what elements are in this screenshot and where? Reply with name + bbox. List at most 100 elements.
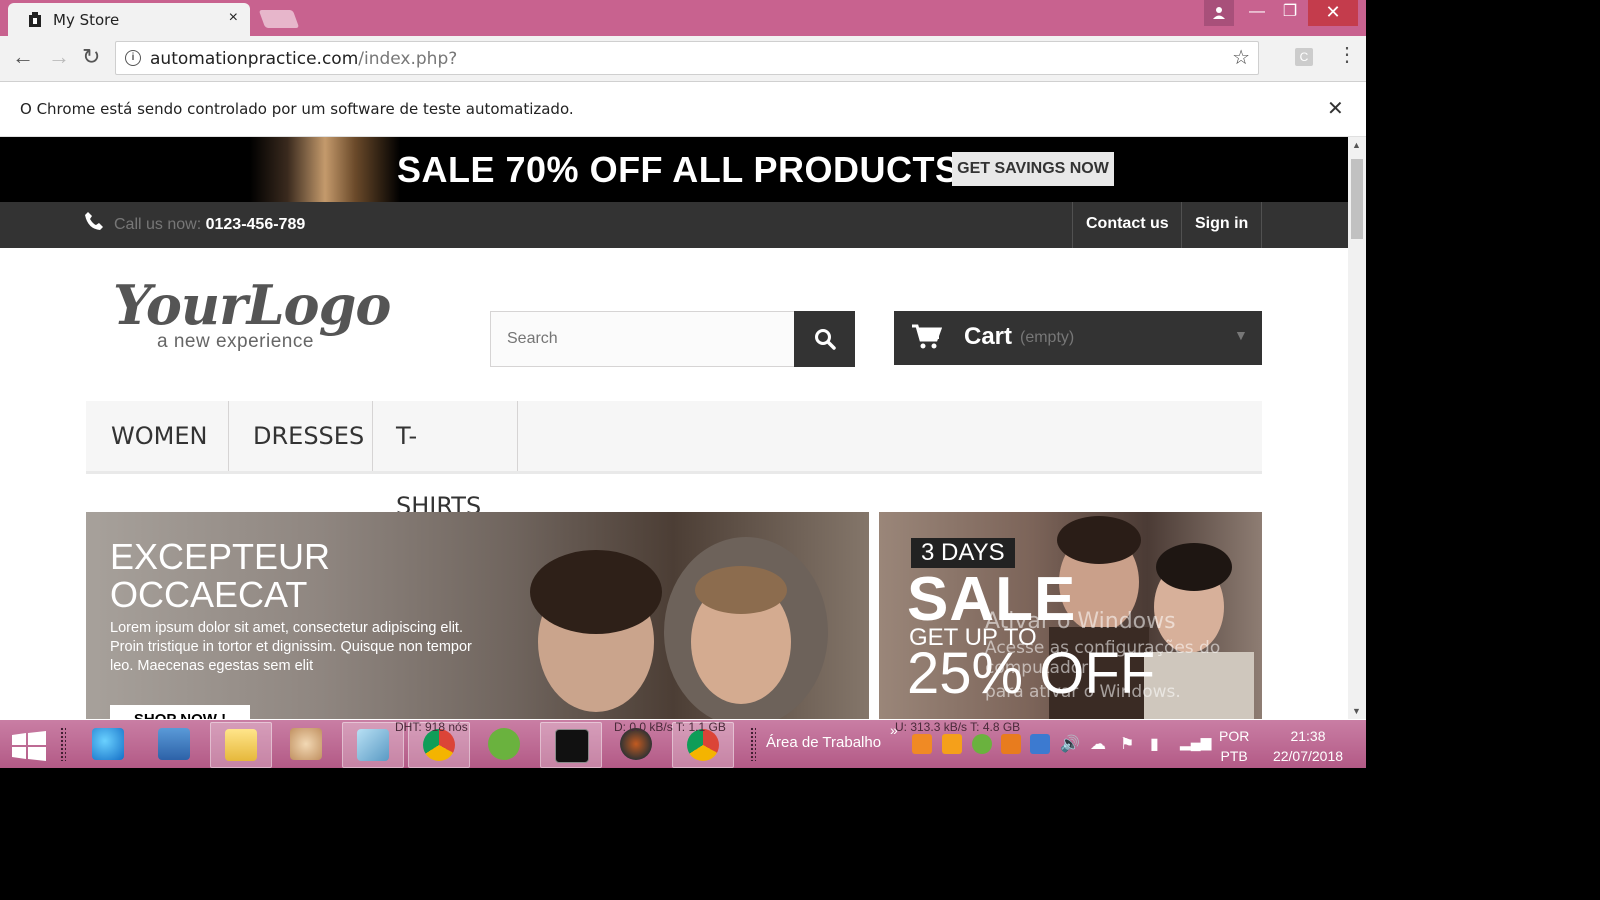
taskbar-paint[interactable] [276, 722, 336, 766]
contact-us-link[interactable]: Contact us [1072, 202, 1182, 248]
screen: My Store × — ❐ ✕ ← → ↻ i automationpract… [0, 0, 1366, 768]
internet-explorer-icon [92, 728, 124, 760]
shop-now-button[interactable]: SHOP NOW ! [110, 705, 250, 719]
desktop-toolbar-label[interactable]: Área de Trabalho [766, 734, 881, 751]
keyboard-layout: PTB [1220, 748, 1248, 764]
search-icon [815, 329, 836, 350]
slider-heading-line2: OCCAECAT [110, 574, 308, 615]
shield-tray-icon[interactable] [942, 734, 962, 754]
store-logo[interactable]: YourLogo a new experience [113, 275, 413, 355]
flag-icon[interactable]: ⚑ [1120, 734, 1140, 754]
browser-titlebar: My Store × — ❐ ✕ [0, 0, 1366, 36]
home-slider[interactable]: EXCEPTEUR OCCAECAT Lorem ipsum dolor sit… [86, 512, 869, 719]
minimize-button[interactable]: — [1240, 0, 1274, 26]
java-tray-icon[interactable] [1001, 734, 1021, 754]
cloud-icon[interactable]: ☁ [1090, 734, 1110, 754]
browser-tab[interactable]: My Store × [8, 3, 250, 36]
folder-icon [225, 729, 257, 761]
bookmark-star-icon[interactable]: ☆ [1232, 45, 1250, 70]
new-tab-button[interactable] [258, 10, 300, 28]
paint-icon [290, 728, 322, 760]
watermark-title: Ativar o Windows [985, 609, 1176, 634]
taskbar-ie[interactable] [78, 722, 138, 766]
system-clock[interactable]: 21:38 22/07/2018 [1266, 726, 1350, 766]
maximize-button[interactable]: ❐ [1273, 0, 1307, 26]
clock-time: 21:38 [1290, 728, 1326, 744]
menu-item-tshirts[interactable]: T-SHIRTS [371, 401, 518, 520]
cart-status: (empty) [1020, 329, 1075, 346]
call-us-text: Call us now: 0123-456-789 [114, 216, 305, 234]
toolbar-chevron-icon[interactable]: » [890, 722, 898, 738]
media-player-icon [158, 728, 190, 760]
phone-number: 0123-456-789 [205, 216, 306, 233]
scroll-down-icon[interactable]: ▼ [1352, 706, 1361, 716]
dht-status: DHT: 918 nós [395, 720, 468, 734]
chevron-down-icon: ▼ [1234, 327, 1248, 343]
sign-in-link[interactable]: Sign in [1181, 202, 1263, 248]
taskbar-utorrent[interactable] [474, 722, 534, 766]
taskbar-explorer[interactable] [210, 722, 272, 768]
taskbar-grip [60, 727, 66, 761]
battery-icon[interactable]: ▮ [1150, 734, 1170, 754]
browser-menu-icon[interactable]: ⋮ [1337, 45, 1357, 65]
automation-infobar: O Chrome está sendo controlado por um so… [0, 82, 1366, 137]
infobar-close-icon[interactable]: ✕ [1327, 96, 1344, 121]
cart-icon [912, 324, 942, 349]
cart-label: Cart [964, 323, 1013, 350]
site-info-icon[interactable]: i [125, 50, 141, 66]
terminal-icon [555, 729, 589, 763]
slider-description: Lorem ipsum dolor sit amet, consectetur … [110, 620, 472, 674]
language-indicator[interactable]: POR PTB [1219, 726, 1249, 766]
taskbar-grip [750, 727, 756, 761]
slider-models-image [530, 537, 828, 719]
windows-activation-watermark: Ativar o Windows Acesse as configurações… [985, 609, 1315, 702]
utorrent-icon [488, 728, 520, 760]
search-box [490, 311, 797, 367]
get-savings-button[interactable]: GET SAVINGS NOW [952, 152, 1114, 186]
call-prefix: Call us now: [114, 216, 202, 233]
tab-title: My Store [53, 11, 120, 29]
extension-icon[interactable]: C [1295, 48, 1313, 66]
url-domain: automationpractice.com [150, 49, 359, 69]
search-input[interactable] [491, 312, 787, 366]
signal-icon[interactable]: ▂▄▆ [1180, 734, 1211, 754]
windows-start-icon[interactable] [12, 731, 46, 761]
volume-icon[interactable]: 🔊 [1060, 734, 1080, 754]
phone-icon [85, 212, 103, 230]
banner-headline: SALE 70% OFF ALL PRODUCTS [397, 149, 960, 190]
back-button[interactable]: ← [12, 46, 34, 68]
forward-button[interactable]: → [48, 46, 70, 68]
clock-date: 22/07/2018 [1272, 748, 1344, 764]
menu-item-dresses[interactable]: DRESSES [228, 401, 373, 471]
menu-item-women[interactable]: WOMEN [86, 401, 229, 471]
language-code: POR [1219, 728, 1250, 744]
close-window-button[interactable]: ✕ [1308, 0, 1358, 26]
tab-close-icon[interactable]: × [229, 9, 238, 27]
banner-model-image [250, 137, 400, 202]
taskbar-media[interactable] [144, 722, 204, 766]
notes-icon [357, 729, 389, 761]
utorrent-tray-icon[interactable] [972, 734, 992, 754]
sale-banner[interactable]: SALE 70% OFF ALL PRODUCTS GET SAVINGS NO… [0, 137, 1348, 202]
slider-heading: EXCEPTEUR OCCAECAT [110, 538, 330, 614]
reload-button[interactable]: ↻ [82, 46, 100, 68]
watermark-line2: Acesse as configurações do computador [985, 638, 1221, 678]
url-path: /index.php? [358, 49, 458, 69]
cart-button[interactable]: Cart (empty) ▼ [894, 311, 1262, 365]
avast-tray-icon[interactable] [912, 734, 932, 754]
url-text: automationpractice.com/index.php? [150, 49, 457, 69]
taskbar-console[interactable] [540, 722, 602, 768]
scrollbar-thumb[interactable] [1351, 159, 1363, 239]
scroll-up-icon[interactable]: ▲ [1352, 140, 1361, 150]
upload-status: U: 313.3 kB/s T: 4.8 GB [895, 720, 1021, 734]
page-scrollbar[interactable]: ▲ ▼ [1348, 137, 1366, 719]
store-favicon-icon [29, 12, 41, 27]
browser-toolbar: ← → ↻ i automationpractice.com/index.php… [0, 36, 1366, 82]
download-status: D: 0.0 kB/s T: 1.1 GB [614, 720, 726, 734]
windows-taskbar: DHT: 918 nós D: 0.0 kB/s T: 1.1 GB U: 31… [0, 720, 1366, 768]
category-menu: WOMEN DRESSES T-SHIRTS [86, 401, 1262, 520]
network-tray-icon[interactable] [1030, 734, 1050, 754]
profile-icon[interactable] [1204, 0, 1234, 26]
address-bar[interactable]: i automationpractice.com/index.php? ☆ [115, 41, 1259, 75]
search-button[interactable] [794, 311, 855, 367]
